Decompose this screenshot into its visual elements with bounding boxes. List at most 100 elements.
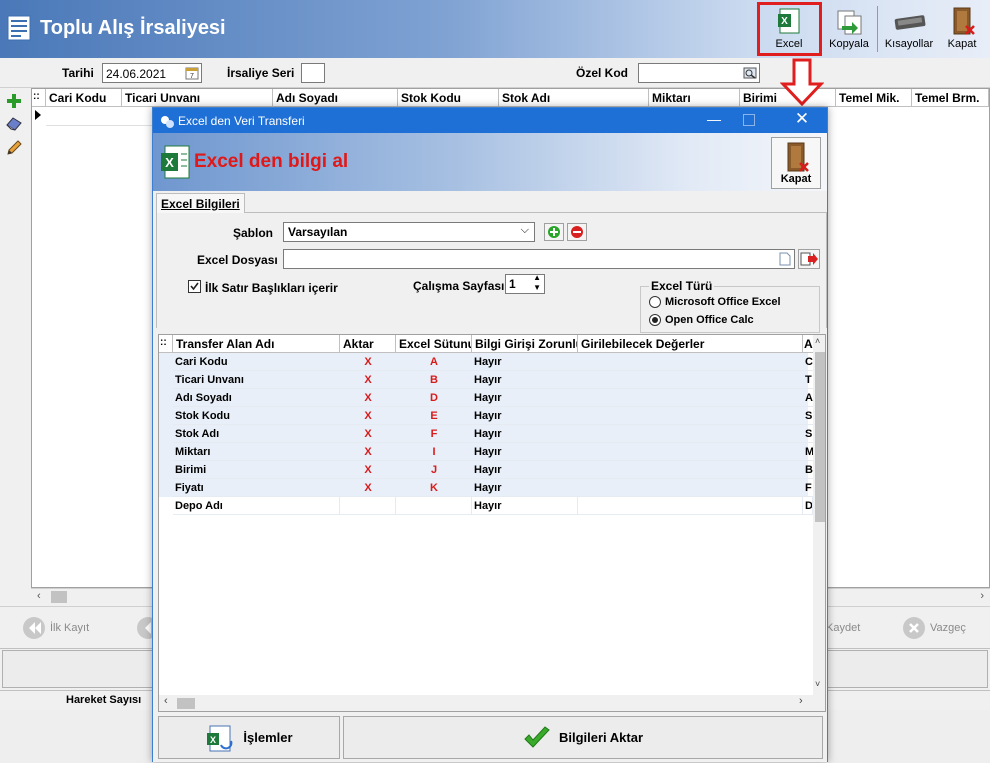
cell-aktar: X <box>340 407 396 425</box>
column-header[interactable]: Stok Adı <box>499 89 649 107</box>
irsaliye-seri-input[interactable] <box>301 63 325 83</box>
cancel-label: Vazgeç <box>930 622 966 634</box>
dialog-horizontal-scrollbar[interactable]: ‹ › <box>159 695 825 711</box>
calisma-sayfasi-label: Çalışma Sayfası <box>413 279 505 293</box>
irsaliye-seri-label: İrsaliye Seri <box>227 66 295 80</box>
column-header[interactable]: Girilebilecek Değerler <box>578 335 803 353</box>
table-row[interactable]: MiktarıXIHayır M <box>159 443 813 461</box>
cell-aktar: X <box>340 371 396 389</box>
cell-degerler <box>578 353 803 371</box>
column-header[interactable]: Excel Sütunu <box>396 335 472 353</box>
add-icon[interactable] <box>6 93 22 109</box>
column-header[interactable]: Ticari Unvanı <box>122 89 273 107</box>
cell-degerler <box>578 461 803 479</box>
table-row[interactable]: Cari Kodu X A Hayır C <box>159 353 813 371</box>
cell-sutun: D <box>396 389 472 407</box>
radio-open-office[interactable] <box>649 314 661 326</box>
cancel-button[interactable]: Vazgeç <box>902 616 966 640</box>
add-template-icon[interactable] <box>544 223 564 241</box>
tab-excel-bilgileri[interactable]: Excel Bilgileri <box>156 193 245 214</box>
scroll-up-icon[interactable]: ˄ <box>815 336 820 346</box>
scroll-thumb[interactable] <box>51 591 67 603</box>
table-row[interactable]: Depo Adı Hayır D <box>159 497 813 515</box>
column-header[interactable]: Transfer Alan Adı <box>173 335 340 353</box>
bilgileri-aktar-button[interactable]: Bilgileri Aktar <box>343 716 823 759</box>
table-row[interactable]: Fiyatı X K Hayır F <box>159 479 813 497</box>
cell-aktar: X <box>340 461 396 479</box>
lookup-icon[interactable] <box>743 66 757 80</box>
excel-dosyasi-input[interactable] <box>283 249 795 269</box>
cell-zorunlu: Hayır <box>472 497 578 515</box>
ilk-satir-label[interactable]: İlk Satır Başlıkları içerir <box>205 281 338 295</box>
checkmark-icon <box>190 282 199 291</box>
tarihi-value: 24.06.2021 <box>106 67 167 81</box>
scroll-left-icon[interactable]: ‹ <box>164 695 168 707</box>
dialog-kapat-button[interactable]: Kapat <box>771 137 821 189</box>
dialog-footer: X İşlemler Bilgileri Aktar <box>153 712 827 762</box>
minimize-button[interactable]: — <box>697 111 731 131</box>
dialog-titlebar[interactable]: Excel den Veri Transferi — ✕ <box>153 108 827 133</box>
remove-template-icon[interactable] <box>567 223 587 241</box>
maximize-button[interactable] <box>743 114 755 126</box>
column-header[interactable]: Aktar <box>340 335 396 353</box>
kopyala-button[interactable]: Kopyala <box>824 4 874 54</box>
calendar-icon[interactable]: 7 <box>185 66 199 80</box>
cell-zorunlu: Hayır <box>472 461 578 479</box>
cell-zorunlu: Hayır <box>472 389 578 407</box>
scroll-right-icon[interactable]: › <box>799 695 803 707</box>
scroll-down-icon[interactable]: ˅ <box>815 679 820 689</box>
file-icon[interactable] <box>779 252 791 266</box>
cell-aktar: X <box>340 425 396 443</box>
cell-name: Stok Kodu <box>173 407 340 425</box>
ozel-kod-input[interactable] <box>638 63 760 83</box>
calisma-sayfasi-spinner[interactable]: 1 ▲ ▼ <box>505 273 545 294</box>
excel-dosyasi-label: Excel Dosyası <box>197 253 278 267</box>
bilgileri-aktar-label: Bilgileri Aktar <box>558 730 644 745</box>
browse-file-icon[interactable] <box>798 249 820 269</box>
ilk-satir-checkbox[interactable] <box>188 280 201 293</box>
cell-degerler <box>578 497 803 515</box>
column-header[interactable]: Bilgi Girişi Zorunlu <box>472 335 578 353</box>
table-row[interactable]: Birimi X J Hayır B <box>159 461 813 479</box>
scroll-right-icon[interactable]: › <box>980 590 984 602</box>
first-record-button[interactable]: İlk Kayıt <box>22 616 89 640</box>
table-row[interactable] <box>46 108 156 126</box>
kapat-button[interactable]: Kapat <box>940 4 984 54</box>
excel-turu-label: Excel Türü <box>649 279 715 293</box>
excel-highlight-box <box>757 2 822 56</box>
scroll-thumb[interactable] <box>815 352 825 522</box>
scroll-thumb[interactable] <box>177 698 195 709</box>
cell-degerler <box>578 443 803 461</box>
filter-row: Tarihi 24.06.2021 7 İrsaliye Seri Özel K… <box>0 58 990 88</box>
hareket-sayisi-label: Hareket Sayısı <box>66 694 142 706</box>
column-header[interactable]: Temel Mik. <box>836 89 912 107</box>
sablon-select[interactable]: Varsayılan ⌵ <box>283 222 535 242</box>
column-header[interactable]: Miktarı <box>649 89 740 107</box>
dialog-vertical-scrollbar[interactable]: ˄ ˅ <box>813 335 825 695</box>
column-header[interactable]: Temel Brm. <box>912 89 989 107</box>
column-header[interactable]: Stok Kodu <box>398 89 499 107</box>
spinner-arrows-icon[interactable]: ▲ ▼ <box>533 273 541 293</box>
save-button[interactable]: Kaydet <box>826 616 860 640</box>
radio-open-office-label[interactable]: Open Office Calc <box>665 314 754 326</box>
table-row[interactable]: Ticari Unvanı X B Hayır T <box>159 371 813 389</box>
radio-microsoft-excel[interactable] <box>649 296 661 308</box>
table-row[interactable]: Stok Adı X F Hayır S <box>159 425 813 443</box>
column-header[interactable]: Cari Kodu <box>46 89 122 107</box>
scroll-left-icon[interactable]: ‹ <box>37 590 41 602</box>
excel-transfer-dialog: Excel den Veri Transferi — ✕ X Excel den… <box>152 107 828 762</box>
tarihi-field[interactable]: 24.06.2021 7 <box>102 63 202 83</box>
table-row[interactable]: Stok Kodu X E Hayır S <box>159 407 813 425</box>
kisayollar-button[interactable]: Kısayollar <box>882 4 936 54</box>
close-button[interactable]: ✕ <box>785 109 819 131</box>
islemler-button[interactable]: X İşlemler <box>158 716 340 759</box>
column-header[interactable]: Adı Soyadı <box>273 89 398 107</box>
table-row[interactable]: Adı Soyadı X D Hayır A <box>159 389 813 407</box>
pencil-edit-icon[interactable] <box>5 139 23 157</box>
eraser-icon[interactable] <box>5 115 23 131</box>
transfer-fields-grid[interactable]: :: Transfer Alan Adı Aktar Excel Sütunu … <box>158 334 826 712</box>
cell-sutun: E <box>396 407 472 425</box>
cell-sutun: B <box>396 371 472 389</box>
operations-icon: X <box>207 725 233 751</box>
radio-microsoft-excel-label[interactable]: Microsoft Office Excel <box>665 296 781 308</box>
